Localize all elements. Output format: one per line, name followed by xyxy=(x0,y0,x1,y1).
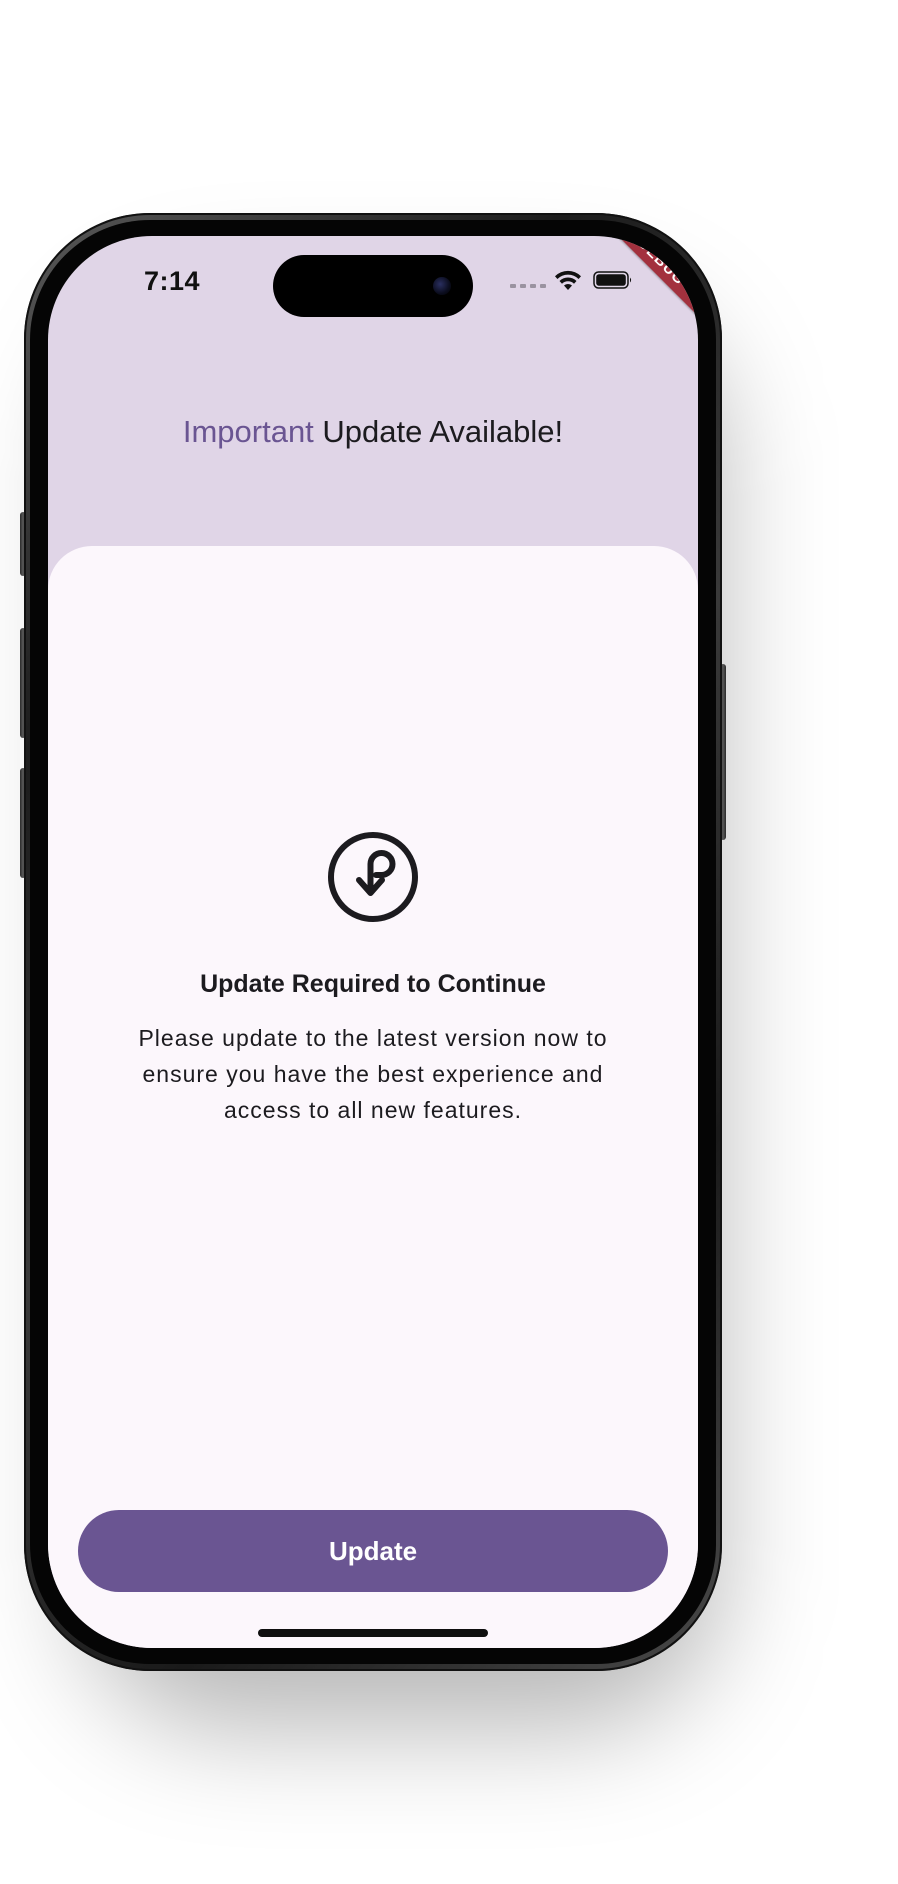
wifi-icon xyxy=(555,270,581,290)
page-title-rest: Update Available! xyxy=(313,414,564,449)
update-required-heading: Update Required to Continue xyxy=(200,970,546,998)
status-bar: 7:14 DEBUG xyxy=(48,236,698,324)
page-title: Important Update Available! xyxy=(48,414,698,450)
page-title-accent: Important xyxy=(182,414,314,449)
update-button[interactable]: Update xyxy=(78,1510,668,1592)
battery-icon xyxy=(593,271,632,289)
status-time: 7:14 xyxy=(144,266,201,296)
home-indicator[interactable] xyxy=(258,1629,488,1637)
update-description: Please update to the latest version now … xyxy=(138,1025,608,1123)
dynamic-island xyxy=(273,255,473,317)
update-download-icon xyxy=(328,832,418,922)
phone-screen: 7:14 DEBUG Important Update Available! U… xyxy=(48,236,698,1648)
cellular-signal-icon xyxy=(510,284,546,288)
screenshot-stage: 7:14 DEBUG Important Update Available! U… xyxy=(0,0,898,1884)
front-camera-icon xyxy=(433,277,451,295)
